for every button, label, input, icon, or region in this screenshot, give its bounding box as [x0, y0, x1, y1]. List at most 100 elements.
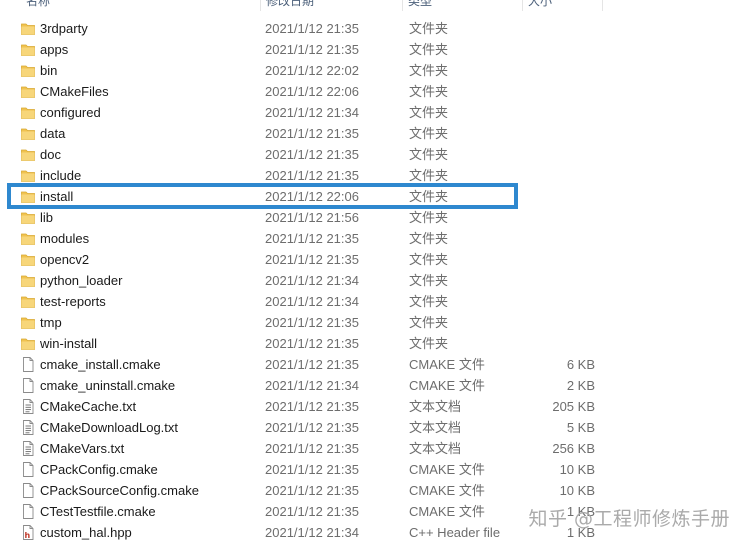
file-date: 2021/1/12 21:35	[265, 420, 359, 435]
file-row[interactable]: test-reports 2021/1/12 21:34 文件夹	[0, 291, 749, 312]
file-date: 2021/1/12 21:35	[265, 315, 359, 330]
file-name: data	[40, 126, 66, 141]
file-name: opencv2	[40, 252, 90, 267]
file-name: configured	[40, 105, 101, 120]
column-divider[interactable]	[602, 0, 603, 11]
file-name: bin	[40, 63, 58, 78]
column-header-size[interactable]: 大小	[524, 0, 602, 11]
file-size: 6 KB	[566, 357, 595, 372]
file-row[interactable]: modules 2021/1/12 21:35 文件夹	[0, 228, 749, 249]
folder-icon	[21, 105, 35, 120]
file-date: 2021/1/12 22:02	[265, 63, 359, 78]
file-type: 文件夹	[409, 210, 449, 225]
folder-icon	[21, 231, 35, 246]
column-divider[interactable]	[402, 0, 403, 11]
file-type: 文本文档	[409, 441, 462, 456]
file-row[interactable]: CMakeDownloadLog.txt 2021/1/12 21:35 文本文档 5…	[0, 417, 749, 438]
file-date: 2021/1/12 22:06	[265, 189, 359, 204]
file-row[interactable]: 3rdparty 2021/1/12 21:35 文件夹	[0, 18, 749, 39]
column-header-date[interactable]: 修改日期	[262, 0, 402, 11]
file-date: 2021/1/12 21:35	[265, 231, 359, 246]
file-row[interactable]: cmake_install.cmake 2021/1/12 21:35 CMAKE …	[0, 354, 749, 375]
file-row[interactable]: doc 2021/1/12 21:35 文件夹	[0, 144, 749, 165]
file-name: CMakeVars.txt	[40, 441, 125, 456]
file-row[interactable]: opencv2 2021/1/12 21:35 文件夹	[0, 249, 749, 270]
column-divider[interactable]	[522, 0, 523, 11]
file-date: 2021/1/12 21:56	[265, 210, 359, 225]
file-row[interactable]: lib 2021/1/12 21:56 文件夹	[0, 207, 749, 228]
file-row[interactable]: win-install 2021/1/12 21:35 文件夹	[0, 333, 749, 354]
folder-icon	[21, 294, 35, 309]
file-icon	[21, 462, 35, 477]
file-type: CMAKE 文件	[409, 378, 485, 393]
file-row[interactable]: CPackConfig.cmake 2021/1/12 21:35 CMAKE 文件…	[0, 459, 749, 480]
file-row[interactable]: CMakeVars.txt 2021/1/12 21:35 文本文档 256 KB	[0, 438, 749, 459]
file-name: CMakeCache.txt	[40, 399, 137, 414]
file-size: 256 KB	[552, 441, 595, 456]
file-name: tmp	[40, 315, 62, 330]
file-date: 2021/1/12 21:35	[265, 42, 359, 57]
file-row[interactable]: data 2021/1/12 21:35 文件夹	[0, 123, 749, 144]
file-name: test-reports	[40, 294, 106, 309]
folder-icon	[21, 336, 35, 351]
file-type: 文件夹	[409, 126, 449, 141]
folder-icon	[21, 168, 35, 183]
file-row[interactable]: python_loader 2021/1/12 21:34 文件夹	[0, 270, 749, 291]
file-type: 文件夹	[409, 315, 449, 330]
file-size: 205 KB	[552, 399, 595, 414]
file-name: lib	[40, 210, 54, 225]
file-type: 文件夹	[409, 189, 449, 204]
file-type: 文件夹	[409, 147, 449, 162]
file-date: 2021/1/12 21:35	[265, 504, 359, 519]
file-row[interactable]: CMakeFiles 2021/1/12 22:06 文件夹	[0, 81, 749, 102]
file-name: CTestTestfile.cmake	[40, 504, 156, 519]
file-type: 文件夹	[409, 105, 449, 120]
file-date: 2021/1/12 21:35	[265, 252, 359, 267]
file-date: 2021/1/12 22:06	[265, 84, 359, 99]
file-type: CMAKE 文件	[409, 357, 485, 372]
file-type: 文件夹	[409, 336, 449, 351]
file-date: 2021/1/12 21:35	[265, 168, 359, 183]
file-row[interactable]: cmake_uninstall.cmake 2021/1/12 21:34 CMAK…	[0, 375, 749, 396]
watermark: 知乎 @工程师修炼手册	[528, 508, 730, 530]
file-name: cmake_install.cmake	[40, 357, 161, 372]
file-row[interactable]: tmp 2021/1/12 21:35 文件夹	[0, 312, 749, 333]
file-date: 2021/1/12 21:35	[265, 126, 359, 141]
folder-icon	[21, 252, 35, 267]
file-name: python_loader	[40, 273, 123, 288]
file-row[interactable]: include 2021/1/12 21:35 文件夹	[0, 165, 749, 186]
file-date: 2021/1/12 21:34	[265, 273, 359, 288]
file-row[interactable]: CMakeCache.txt 2021/1/12 21:35 文本文档 205 KB	[0, 396, 749, 417]
file-row[interactable]: CPackSourceConfig.cmake 2021/1/12 21:35 CM…	[0, 480, 749, 501]
file-date: 2021/1/12 21:34	[265, 378, 359, 393]
file-row[interactable]: configured 2021/1/12 21:34 文件夹	[0, 102, 749, 123]
file-date: 2021/1/12 21:35	[265, 399, 359, 414]
file-name: CMakeDownloadLog.txt	[40, 420, 179, 435]
file-type: CMAKE 文件	[409, 462, 485, 477]
file-type: 文本文档	[409, 399, 462, 414]
folder-icon	[21, 21, 35, 36]
file-date: 2021/1/12 21:35	[265, 21, 359, 36]
text-file-icon	[21, 441, 35, 456]
file-name: CPackConfig.cmake	[40, 462, 158, 477]
column-divider[interactable]	[260, 0, 261, 11]
file-type: 文件夹	[409, 252, 449, 267]
file-name: 3rdparty	[40, 21, 88, 36]
file-date: 2021/1/12 21:35	[265, 336, 359, 351]
column-header-name[interactable]: 名称	[22, 0, 262, 11]
file-type: 文件夹	[409, 168, 449, 183]
file-name: CMakeFiles	[40, 84, 109, 99]
file-type: 文件夹	[409, 273, 449, 288]
file-name: include	[40, 168, 82, 183]
file-row[interactable]: bin 2021/1/12 22:02 文件夹	[0, 60, 749, 81]
file-date: 2021/1/12 21:34	[265, 105, 359, 120]
file-date: 2021/1/12 21:35	[265, 441, 359, 456]
column-header-type[interactable]: 类型	[404, 0, 522, 11]
file-type: CMAKE 文件	[409, 483, 485, 498]
file-row[interactable]: install 2021/1/12 22:06 文件夹	[0, 186, 749, 207]
file-date: 2021/1/12 21:35	[265, 357, 359, 372]
folder-icon	[21, 126, 35, 141]
file-type: 文件夹	[409, 294, 449, 309]
file-name: doc	[40, 147, 61, 162]
file-row[interactable]: apps 2021/1/12 21:35 文件夹	[0, 39, 749, 60]
